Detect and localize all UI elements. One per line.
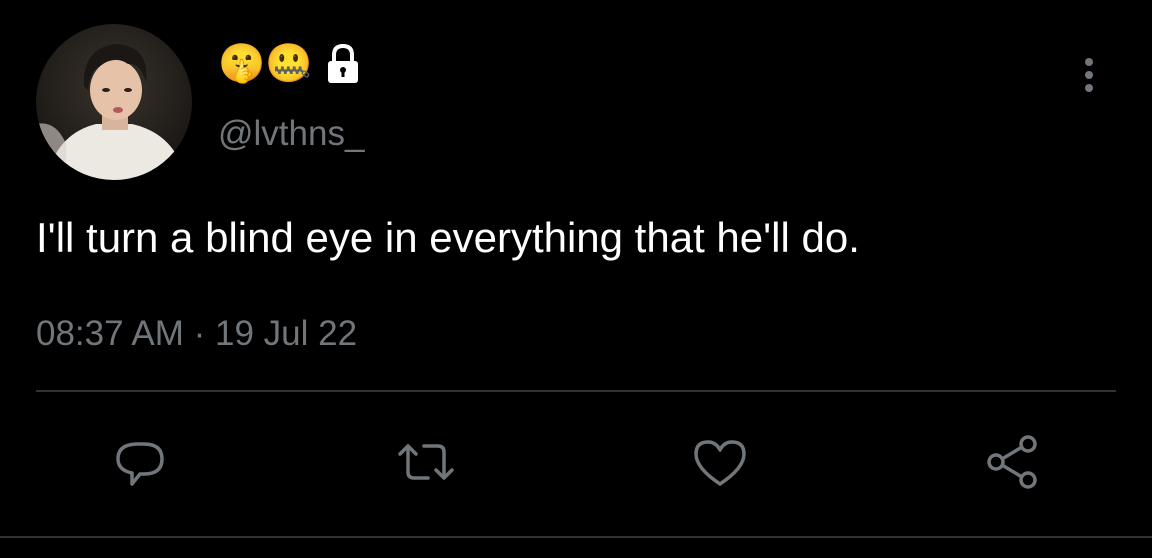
like-button[interactable] — [690, 432, 750, 492]
share-button[interactable] — [982, 432, 1042, 492]
reply-button[interactable] — [110, 432, 170, 492]
avatar[interactable] — [36, 24, 192, 180]
tweet-text: I'll turn a blind eye in everything that… — [36, 214, 860, 261]
retweet-icon — [398, 444, 454, 480]
speech-bubble-icon — [116, 442, 164, 486]
retweet-button[interactable] — [396, 432, 456, 492]
display-name[interactable]: 🤫🤐 — [218, 42, 361, 86]
lock-icon — [325, 42, 361, 86]
tweet-timestamp[interactable]: 08:37 AM · 19 Jul 22 — [36, 312, 357, 356]
share-icon — [987, 435, 1037, 489]
avatar-photo — [36, 24, 192, 180]
divider — [36, 390, 1116, 392]
more-vertical-icon — [1085, 58, 1093, 92]
heart-icon — [694, 440, 746, 486]
display-name-emojis: 🤫🤐 — [218, 43, 313, 85]
divider — [0, 536, 1152, 538]
more-options-button[interactable] — [1066, 52, 1112, 98]
user-handle[interactable]: @lvthns_ — [218, 112, 364, 156]
